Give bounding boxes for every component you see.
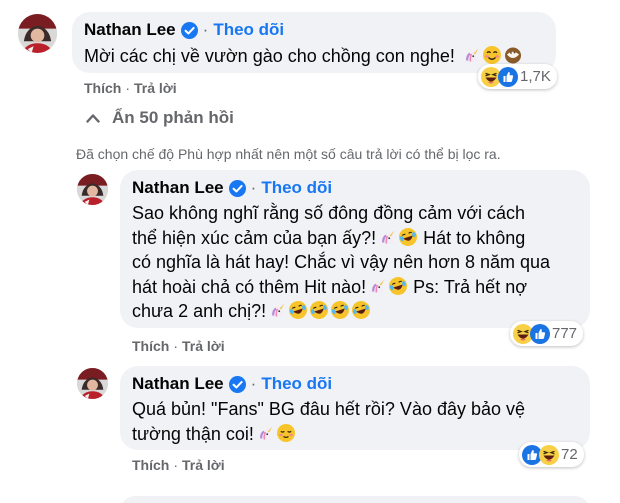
separator-dot: · xyxy=(202,20,209,39)
separator-dot: · xyxy=(173,338,179,354)
verified-badge-icon xyxy=(229,376,246,393)
reply-text-line: Quá bủn! "Fans" BG đâu hết rồi? Vào đây … xyxy=(132,399,526,419)
reply-actions: Thích · Trả lời xyxy=(132,338,225,354)
verified-badge-icon xyxy=(181,22,198,39)
reply-bubble: Nathan Lee · Theo dõi Sao không nghĩ rằn… xyxy=(120,170,590,328)
comment-actions: Thích · Trả lời xyxy=(84,80,177,96)
laughing-icon xyxy=(330,300,350,320)
reply-text-line: Ps: Trả hết nợ xyxy=(413,276,528,297)
reaction-count: 72 xyxy=(561,446,578,463)
laughing-icon xyxy=(288,300,308,320)
avatar[interactable] xyxy=(77,174,108,205)
reply-text-line: chưa 2 anh chị?! xyxy=(132,301,267,321)
laughing-icon xyxy=(309,300,329,320)
follow-button[interactable]: Theo dõi xyxy=(213,20,284,40)
reply-text: Sao không nghĩ rằng số đông đồng cảm với… xyxy=(132,201,578,324)
unicorn-icon xyxy=(377,227,397,247)
hide-replies-button[interactable]: Ẩn 50 phản hồi xyxy=(86,108,234,128)
follow-button[interactable]: Theo dõi xyxy=(261,178,332,198)
reply-button[interactable]: Trả lời xyxy=(134,80,177,96)
comment-text: Mời các chị về vườn gào cho chồng con ng… xyxy=(84,46,455,66)
reply-text-line: hát hoài chả có thêm Hit nào! xyxy=(132,276,367,297)
unicorn-icon xyxy=(367,276,387,296)
reply-text-line: Sao không nghĩ rằng số đông đồng cảm với… xyxy=(132,203,526,223)
separator-dot: · xyxy=(125,80,131,96)
coconut-icon xyxy=(503,45,523,65)
like-button[interactable]: Thích xyxy=(84,80,121,96)
laughing-icon xyxy=(398,227,418,247)
relieved-face-icon xyxy=(276,423,296,443)
like-icon xyxy=(530,324,550,344)
follow-button[interactable]: Theo dõi xyxy=(261,374,332,394)
chevron-up-icon xyxy=(86,114,100,123)
reaction-count: 777 xyxy=(552,325,578,342)
reply-text-line: thể hiện xúc cảm của bạn ấy?! xyxy=(132,227,377,248)
reply-text-line: tường thận coi! xyxy=(132,424,254,444)
laughing-icon xyxy=(351,300,371,320)
like-button[interactable]: Thích xyxy=(132,338,169,354)
smiling-face-icon xyxy=(482,45,502,65)
reaction-count: 1,7K xyxy=(520,68,551,85)
reaction-summary[interactable]: 777 xyxy=(510,321,584,346)
reply-text-line: Hát to không xyxy=(423,227,526,248)
like-button[interactable]: Thích xyxy=(132,457,169,473)
separator-dot: · xyxy=(250,374,257,393)
reply-text: Quá bủn! "Fans" BG đâu hết rồi? Vào đây … xyxy=(132,397,578,447)
unicorn-icon xyxy=(461,45,481,65)
avatar[interactable] xyxy=(77,368,108,399)
filter-note: Đã chọn chế độ Phù hợp nhất nên một số c… xyxy=(76,146,501,162)
reply-author[interactable]: Nathan Lee xyxy=(132,374,224,394)
hide-replies-label: Ẩn 50 phản hồi xyxy=(112,108,234,127)
reply-button[interactable]: Trả lời xyxy=(182,338,225,354)
separator-dot: · xyxy=(173,457,179,473)
reaction-summary[interactable]: 72 xyxy=(519,442,584,467)
avatar[interactable] xyxy=(18,14,57,53)
unicorn-icon xyxy=(267,300,287,320)
haha-icon xyxy=(539,445,559,465)
separator-dot: · xyxy=(250,178,257,197)
comment-bubble: Nathan Lee · Theo dõi Mời các chị về vườ… xyxy=(72,12,556,73)
unicorn-icon xyxy=(255,423,275,443)
next-comment-bubble xyxy=(120,496,590,503)
reply-bubble: Nathan Lee · Theo dõi Quá bủn! "Fans" BG… xyxy=(120,366,590,450)
reaction-summary[interactable]: 1,7K xyxy=(478,64,557,89)
reply-text-line: có nghĩa là hát hay! Chắc vì vậy nên hơn… xyxy=(132,252,551,272)
laughing-icon xyxy=(388,276,408,296)
verified-badge-icon xyxy=(229,180,246,197)
like-icon xyxy=(498,67,518,87)
reply-actions: Thích · Trả lời xyxy=(132,457,225,473)
comment-author[interactable]: Nathan Lee xyxy=(84,20,176,40)
reply-button[interactable]: Trả lời xyxy=(182,457,225,473)
reply-author[interactable]: Nathan Lee xyxy=(132,178,224,198)
